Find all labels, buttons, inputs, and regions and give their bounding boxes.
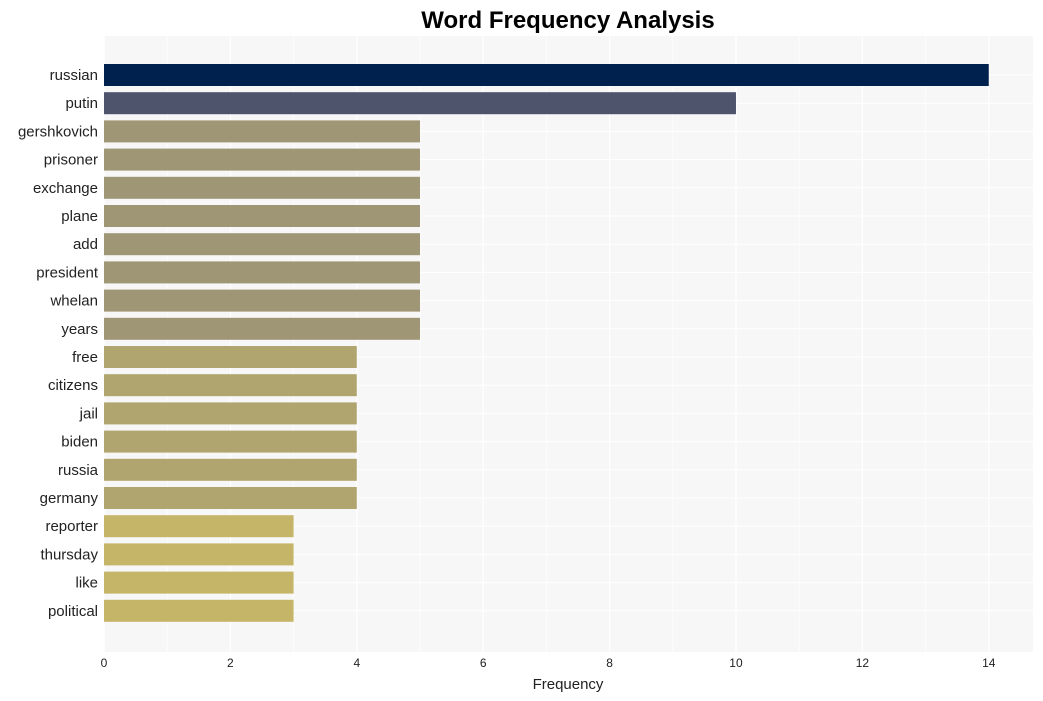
x-tick-2: 2 — [227, 656, 234, 670]
bar-whelan — [104, 289, 420, 312]
y-label-add: add — [73, 236, 98, 253]
y-label-gershkovich: gershkovich — [18, 123, 98, 140]
bar-russian — [104, 64, 989, 86]
x-tick-0: 0 — [101, 656, 108, 670]
x-tick-4: 4 — [353, 656, 360, 670]
word-frequency-chart: Word Frequency Analysis russian putin gers… — [18, 7, 1033, 693]
y-label-president: president — [36, 264, 99, 281]
y-label-germany: germany — [40, 490, 99, 507]
y-label-free: free — [72, 349, 98, 366]
x-tick-14: 14 — [982, 656, 996, 670]
y-label-jail: jail — [79, 405, 98, 422]
bar-putin — [104, 92, 736, 115]
bar-russia — [104, 458, 357, 481]
bar-years — [104, 317, 420, 340]
y-label-russia: russia — [58, 462, 99, 479]
bar-reporter — [104, 515, 294, 538]
y-label-exchange: exchange — [33, 180, 98, 197]
bar-like — [104, 571, 294, 594]
y-label-years: years — [61, 321, 98, 338]
y-axis-labels: russian putin gershkovich prisoner exchange p… — [18, 67, 99, 620]
x-tick-8: 8 — [606, 656, 613, 670]
y-label-thursday: thursday — [40, 546, 98, 563]
y-label-prisoner: prisoner — [44, 152, 98, 169]
bar-president — [104, 261, 420, 284]
bar-thursday — [104, 543, 294, 566]
y-label-whelan: whelan — [49, 293, 98, 310]
bar-plane — [104, 205, 420, 227]
y-label-russian: russian — [50, 67, 98, 84]
y-label-reporter: reporter — [45, 518, 98, 535]
x-axis-ticks: 0 2 4 6 8 10 12 14 — [101, 656, 996, 670]
x-tick-10: 10 — [729, 656, 743, 670]
y-label-political: political — [48, 603, 98, 620]
x-tick-12: 12 — [856, 656, 870, 670]
y-label-biden: biden — [61, 434, 98, 451]
bar-biden — [104, 430, 357, 453]
x-axis-label: Frequency — [533, 676, 604, 693]
bar-add — [104, 233, 420, 256]
y-label-like: like — [75, 575, 98, 592]
chart-title: Word Frequency Analysis — [421, 7, 714, 34]
bar-exchange — [104, 176, 420, 199]
y-label-plane: plane — [61, 208, 98, 225]
x-tick-6: 6 — [480, 656, 487, 670]
bar-germany — [104, 487, 357, 509]
y-label-citizens: citizens — [48, 377, 98, 394]
y-label-putin: putin — [65, 95, 98, 112]
bar-jail — [104, 402, 357, 425]
bar-prisoner — [104, 148, 420, 171]
bar-citizens — [104, 374, 357, 397]
bar-free — [104, 346, 357, 368]
bar-gershkovich — [104, 120, 420, 143]
bar-political — [104, 599, 294, 622]
